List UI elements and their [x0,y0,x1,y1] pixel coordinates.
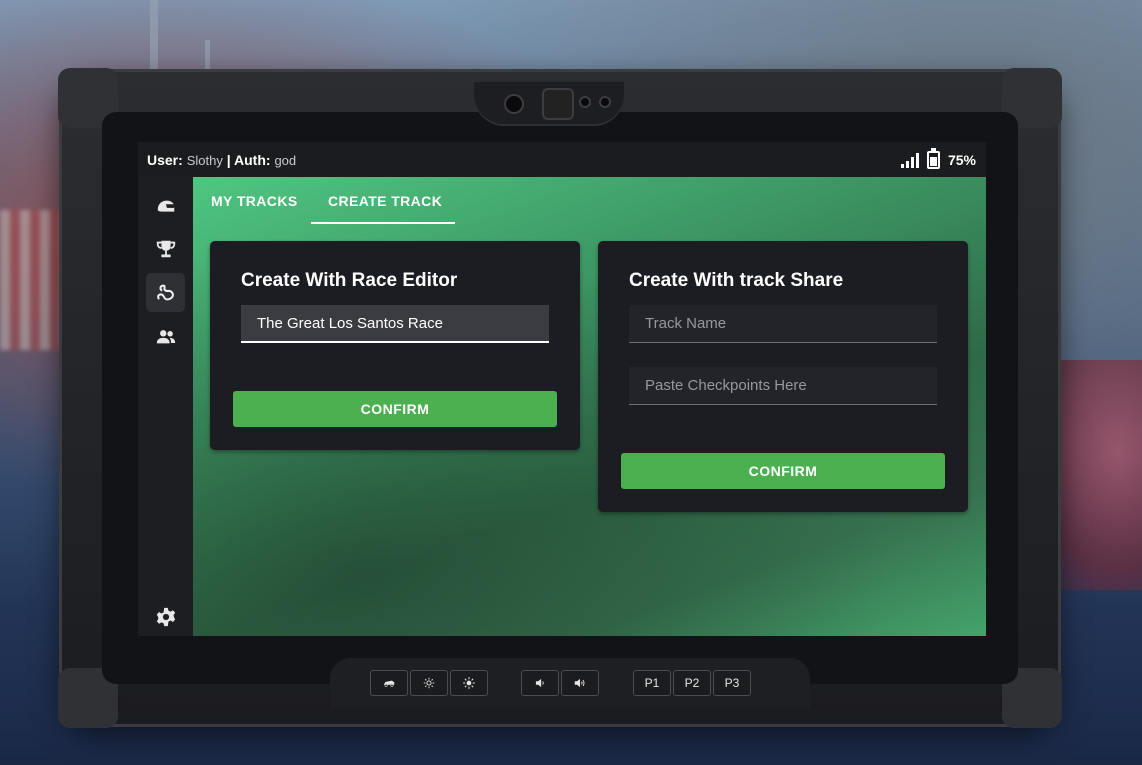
volume-down-icon [535,678,544,688]
device-status: 75% [900,148,976,169]
track-share-confirm-button[interactable]: CONFIRM [621,453,945,489]
active-tab-indicator [311,222,455,224]
preset-controls: P1 P2 P3 [633,670,751,696]
user-info: User: Slothy | Auth: god [147,152,296,168]
sidebar-item-trophy[interactable] [146,229,185,268]
signal-icon [900,152,919,168]
sensor-icon [506,96,522,112]
brightness-up-icon [463,677,475,689]
auth-value: god [274,153,297,168]
car-icon [383,680,395,687]
volume-up-icon [574,678,585,688]
led-icon [581,98,589,106]
status-bar: User: Slothy | Auth: god 75% [138,142,986,177]
race-name-input[interactable] [241,305,549,343]
race-editor-card: Create With Race Editor CONFIRM [210,241,580,450]
gear-icon [156,607,175,626]
tab-bar: MY TRACKS CREATE TRACK [193,177,986,225]
brightness-up-button[interactable] [450,670,488,696]
race-editor-title: Create With Race Editor [241,270,458,291]
track-share-title: Create With track Share [629,270,844,291]
preset-p2-button[interactable]: P2 [673,670,711,696]
race-editor-confirm-button[interactable]: CONFIRM [233,391,557,427]
sidebar-item-tracks[interactable] [146,273,185,312]
camera-icon [544,90,572,118]
helmet-icon [157,200,174,212]
battery-percent: 75% [947,152,976,168]
sidebar-item-settings[interactable] [146,597,185,636]
volume-down-button[interactable] [521,670,559,696]
track-name-input[interactable] [629,305,937,343]
auth-label: | Auth: [226,152,271,168]
users-icon [156,329,175,343]
trophy-icon [156,240,175,257]
user-label: User: [147,152,183,168]
track-icon [156,284,174,300]
brightness-controls [370,670,488,696]
led-icon [601,98,609,106]
main-content: MY TRACKS CREATE TRACK Create With Race … [193,177,986,636]
track-share-card: Create With track Share CONFIRM [598,241,968,512]
brightness-down-icon [423,677,435,689]
tablet-screen: User: Slothy | Auth: god 75% MY TRACKS C… [138,142,986,636]
tab-my-tracks[interactable]: MY TRACKS [211,193,298,209]
camera-module [474,82,624,126]
volume-up-button[interactable] [561,670,599,696]
battery-icon [926,148,940,169]
preset-p1-button[interactable]: P1 [633,670,671,696]
sidebar-item-users[interactable] [146,317,185,356]
tab-create-track[interactable]: CREATE TRACK [328,193,442,209]
user-name: Slothy [186,153,223,168]
checkpoints-input[interactable] [629,367,937,405]
volume-controls [521,670,599,696]
brightness-down-button[interactable] [410,670,448,696]
sidebar-item-helmet[interactable] [146,187,185,226]
preset-p3-button[interactable]: P3 [713,670,751,696]
sidebar [138,177,193,636]
car-mode-button[interactable] [370,670,408,696]
